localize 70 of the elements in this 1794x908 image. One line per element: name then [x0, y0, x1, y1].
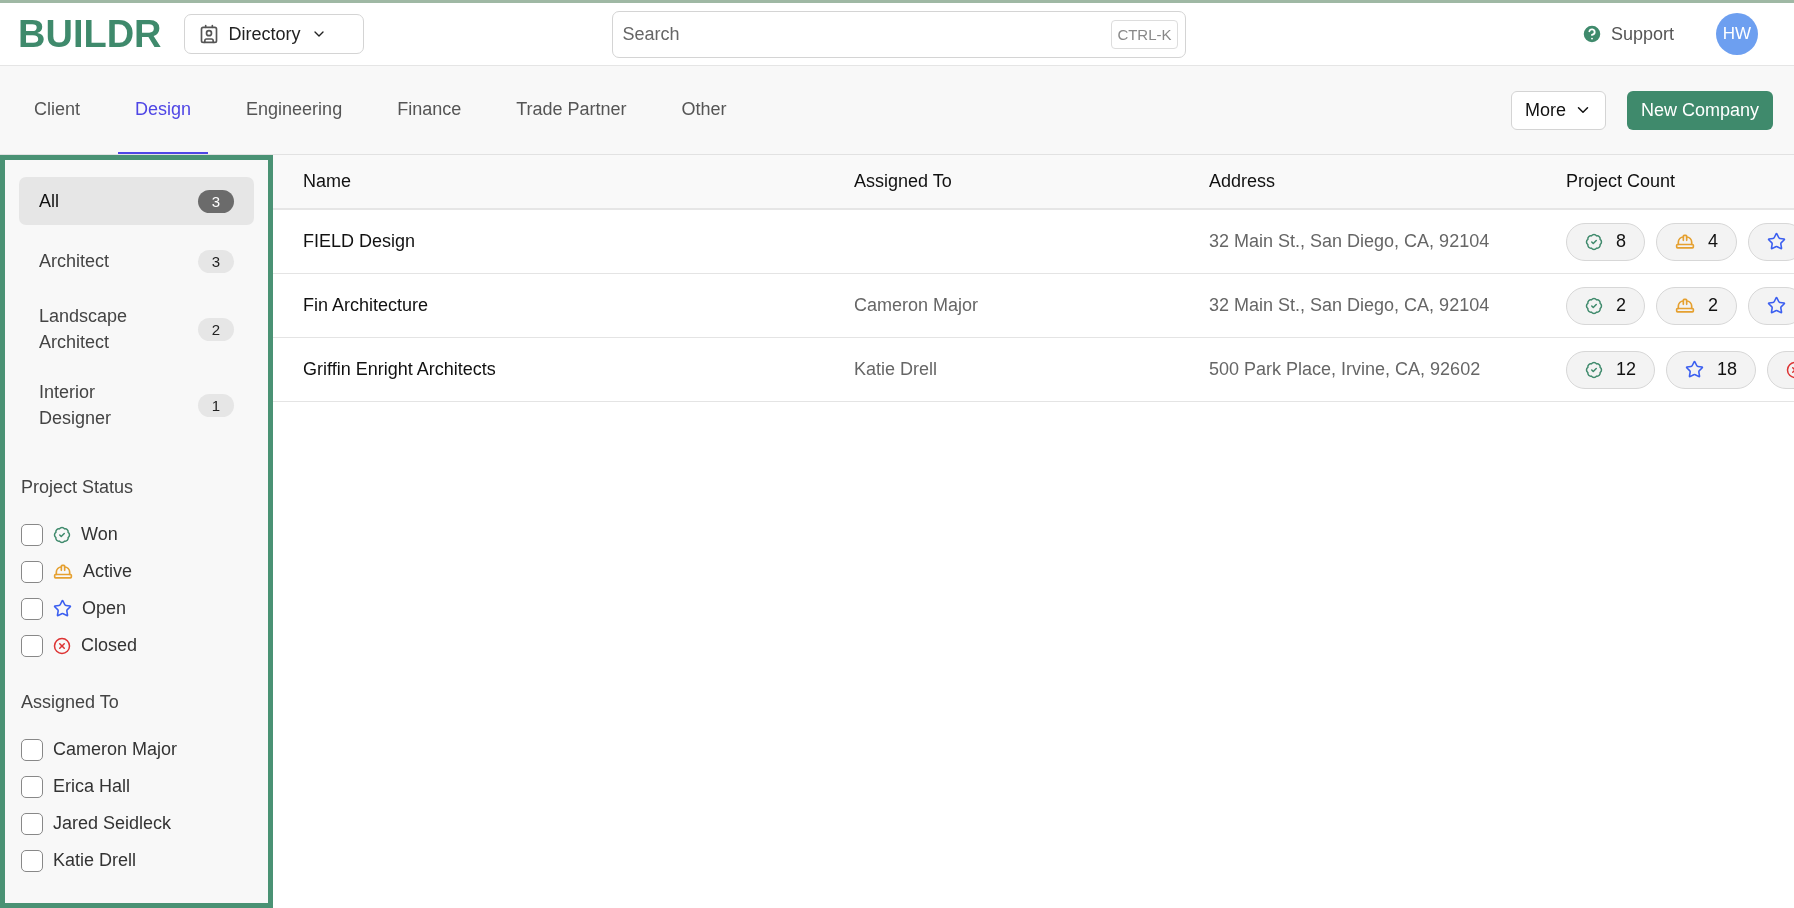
check-badge-icon [1585, 296, 1603, 315]
support-link[interactable]: Support [1580, 23, 1674, 45]
checkbox[interactable] [21, 597, 43, 620]
address-text: 32 Main St., San Diego, CA, 92104 [1209, 231, 1490, 252]
category-label: Interior Designer [39, 381, 113, 430]
star-icon [1685, 360, 1705, 379]
project-count-pill: 12 [1566, 350, 1656, 389]
filter-label: Open [82, 598, 127, 619]
tab[interactable]: Finance [380, 66, 479, 154]
company-name[interactable]: Fin Architecture [303, 295, 429, 316]
checkbox[interactable] [21, 523, 43, 546]
address-text: 500 Park Place, Irvine, CA, 92602 [1209, 359, 1481, 380]
column-header: Assigned To [824, 155, 1179, 210]
checkbox[interactable] [21, 812, 43, 835]
check-badge-icon [53, 525, 71, 544]
category-item[interactable]: All 3 [19, 177, 254, 225]
project-count-pill: 2 [1656, 286, 1738, 325]
section-title: Assigned To [21, 692, 120, 713]
filter-label: Katie Drell [53, 850, 137, 871]
checkbox[interactable] [21, 634, 43, 657]
filter-label: Won [81, 524, 118, 545]
count-badge: 2 [198, 317, 234, 341]
check-badge-icon [1585, 360, 1603, 379]
assignee-name: Cameron Major [854, 295, 979, 316]
count-badge: 3 [198, 189, 234, 213]
x-circle-icon [53, 636, 71, 655]
tab[interactable]: Other [664, 66, 744, 154]
assignee-name: Katie Drell [854, 359, 938, 380]
tab[interactable]: Engineering [229, 66, 360, 154]
filter-label: Cameron Major [53, 739, 178, 760]
checkbox[interactable] [21, 560, 43, 583]
project-count-pill: 4 [1656, 222, 1738, 261]
checkbox[interactable] [21, 738, 43, 761]
filter-label: Active [83, 561, 133, 582]
checkbox[interactable] [21, 849, 43, 872]
tab[interactable]: Trade Partner [499, 66, 644, 154]
filter-label: Closed [81, 635, 138, 656]
check-badge-icon [1585, 232, 1603, 251]
tab[interactable]: Client [17, 66, 98, 154]
module-dropdown[interactable]: Directory [183, 14, 364, 54]
company-name[interactable]: FIELD Design [303, 231, 416, 252]
more-dropdown[interactable]: More [1510, 90, 1606, 130]
column-header: Project Count [1536, 155, 1794, 210]
category-label: Landscape Architect [39, 305, 129, 354]
star-icon [1767, 232, 1787, 251]
column-header: Address [1179, 155, 1536, 210]
new-company-button[interactable]: New Company [1626, 90, 1773, 130]
count-badge: 1 [198, 393, 234, 417]
address-text: 32 Main St., San Diego, CA, 92104 [1209, 295, 1490, 316]
column-header: Name [273, 155, 824, 210]
filter-label: Erica Hall [53, 776, 131, 797]
contact-card-icon [198, 24, 219, 44]
logo: BUILDR [18, 12, 162, 56]
category-item[interactable]: Landscape Architect 2 [19, 297, 254, 361]
star-icon [53, 599, 72, 618]
filter-label: Jared Seidleck [53, 813, 172, 834]
star-icon [1767, 296, 1787, 315]
category-item[interactable]: Interior Designer 1 [19, 373, 254, 437]
count-badge: 3 [198, 249, 234, 273]
checkbox[interactable] [21, 775, 43, 798]
shortcut-hint: CTRL-K [1111, 19, 1178, 49]
project-count-pill: 18 [1666, 350, 1757, 389]
help-icon [1580, 23, 1603, 45]
project-count-pill: 2 [1566, 286, 1645, 325]
category-label: Architect [39, 250, 111, 273]
section-title: Project Status [21, 477, 135, 498]
project-count-pill: 8 [1566, 222, 1645, 261]
category-item[interactable]: Architect 3 [19, 237, 254, 285]
category-label: All [39, 190, 60, 213]
company-name[interactable]: Griffin Enright Architects [303, 359, 496, 380]
